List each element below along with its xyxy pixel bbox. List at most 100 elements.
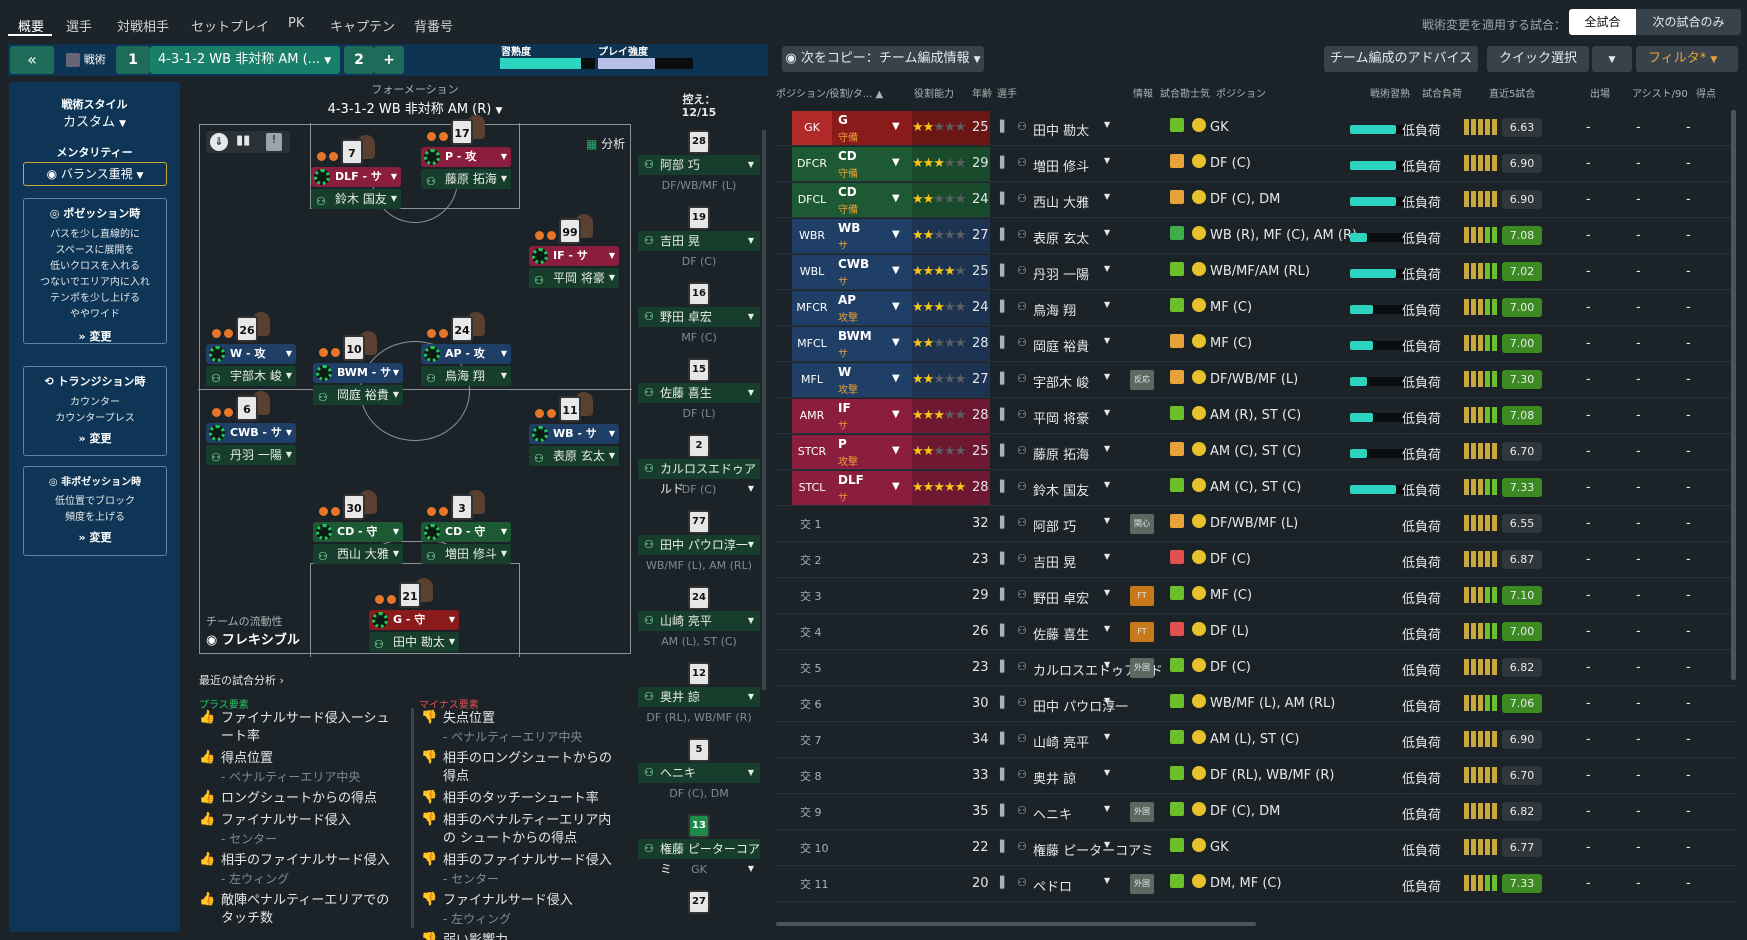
player-name-button[interactable]: ⚇ 藤原 拓海 ▼ bbox=[421, 169, 511, 189]
quick-pick-dropdown[interactable]: ▼ bbox=[1592, 46, 1632, 72]
chevron-down-icon[interactable]: ▼ bbox=[1104, 192, 1110, 201]
chevron-down-icon[interactable]: ▼ bbox=[1104, 624, 1110, 633]
table-scrollbar[interactable] bbox=[1731, 110, 1736, 680]
role-cell[interactable]: DFCL CD 守備 ▼ ★★★★★ bbox=[792, 183, 990, 217]
header-info[interactable]: 情報 bbox=[1133, 85, 1153, 100]
table-row[interactable]: 交 11 20 ▌ ⚇ ペドロ ▼ 外国 DM, MF (C) 低負荷 7.33 - … bbox=[774, 866, 1734, 902]
analysis-title[interactable]: 最近の試合分析 › bbox=[199, 672, 284, 688]
player-name-button[interactable]: ⚇ 岡庭 裕貴 ▼ bbox=[313, 385, 403, 405]
player-name[interactable]: 権藤 ピーターコアミ bbox=[1033, 840, 1154, 859]
sub-card[interactable]: 15 ⚇ 佐藤 喜生 ▼ DF (L) bbox=[638, 358, 760, 430]
role-button[interactable]: CD - 守 ▼ bbox=[421, 522, 511, 542]
role-cell[interactable]: MFCR AP 攻撃 ▼ ★★★★★ bbox=[792, 291, 990, 325]
tactic-slot-1[interactable]: 1 bbox=[116, 46, 150, 74]
tactic-slot-2[interactable]: 2 bbox=[344, 46, 374, 74]
sub-name-button[interactable]: ⚇ 田中 パウロ淳一 ▼ bbox=[638, 535, 760, 555]
chevron-down-icon[interactable]: ▼ bbox=[1104, 876, 1110, 885]
role-button[interactable]: DLF - サ ▼ bbox=[311, 167, 401, 187]
report-view-icon[interactable]: ! bbox=[266, 133, 282, 151]
role-cell[interactable]: MFL W 攻撃 ▼ ★★★★★ bbox=[792, 363, 990, 397]
squad-advice-button[interactable]: チーム編成のアドバイス bbox=[1324, 46, 1478, 72]
role-button[interactable]: AP - 攻 ▼ bbox=[421, 344, 511, 364]
table-row[interactable]: MFL W 攻撃 ▼ ★★★★★ 27 ▌ ⚇ 宇部木 峻 ▼ 反応 DF/WB/… bbox=[774, 362, 1734, 398]
mentality-dropdown[interactable]: ◉ バランス重視 ▼ bbox=[23, 162, 167, 186]
table-row[interactable]: WBL CWB サ ▼ ★★★★★ 25 ▌ ⚇ 丹羽 一陽 ▼ WB/MF/A… bbox=[774, 254, 1734, 290]
table-row[interactable]: 交 7 34 ▌ ⚇ 山崎 亮平 ▼ AM (L), ST (C) 低負荷 6.90… bbox=[774, 722, 1734, 758]
sub-card[interactable]: 77 ⚇ 田中 パウロ淳一 ▼ WB/MF (L), AM (RL) bbox=[638, 510, 760, 582]
sub-name-button[interactable]: ⚇ 山崎 亮平 ▼ bbox=[638, 611, 760, 631]
player-name-button[interactable]: ⚇ 平岡 将豪 ▼ bbox=[529, 268, 619, 288]
player-name[interactable]: 佐藤 喜生 bbox=[1033, 624, 1089, 643]
quick-pick-button[interactable]: クイック選択 bbox=[1487, 46, 1589, 72]
header-goals[interactable]: 得点 bbox=[1696, 85, 1716, 100]
role-button[interactable]: P - 攻 ▼ bbox=[421, 147, 511, 167]
player-name[interactable]: 岡庭 裕貴 bbox=[1033, 336, 1089, 355]
add-tactic-button[interactable]: + bbox=[374, 46, 404, 74]
sub-card[interactable]: 5 ⚇ ヘニキ ▼ DF (C), DM bbox=[638, 738, 760, 810]
role-button[interactable]: WB - サ ▼ bbox=[529, 424, 619, 444]
tab-set-pieces[interactable]: セットプレイ bbox=[191, 16, 269, 35]
chevron-down-icon[interactable]: ▼ bbox=[1104, 804, 1110, 813]
role-cell[interactable]: MFCL BWM サ ▼ ★★★★★ bbox=[792, 327, 990, 361]
player-name[interactable]: 吉田 晃 bbox=[1033, 552, 1076, 571]
table-row[interactable]: DFCL CD 守備 ▼ ★★★★★ 24 ▌ ⚇ 西山 大雅 ▼ DF (C)… bbox=[774, 182, 1734, 218]
sub-name-button[interactable]: ⚇ 佐藤 喜生 ▼ bbox=[638, 383, 760, 403]
tab-opponent[interactable]: 対戦相手 bbox=[117, 16, 169, 35]
header-apps[interactable]: 出場 bbox=[1590, 85, 1610, 100]
stats-view-icon[interactable]: ▮▮ bbox=[236, 133, 250, 148]
tab-players[interactable]: 選手 bbox=[66, 16, 92, 35]
role-cell[interactable]: DFCR CD 守備 ▼ ★★★★★ bbox=[792, 147, 990, 181]
header-tactic-familiarity[interactable]: 戦術習熟 bbox=[1370, 85, 1410, 100]
role-button[interactable]: W - 攻 ▼ bbox=[206, 344, 296, 364]
formation-select[interactable]: 4-3-1-2 WB 非対称 AM (R) ▼ bbox=[199, 98, 631, 117]
table-row[interactable]: 交 8 33 ▌ ⚇ 奥井 諒 ▼ DF (RL), WB/MF (R) 低負荷 6… bbox=[774, 758, 1734, 794]
chevron-down-icon[interactable]: ▼ bbox=[1104, 444, 1110, 453]
table-row[interactable]: WBR WB サ ▼ ★★★★★ 27 ▌ ⚇ 表原 玄太 ▼ WB (R), … bbox=[774, 218, 1734, 254]
table-hscrollbar[interactable] bbox=[776, 922, 1256, 926]
table-row[interactable]: 交 6 30 ▌ ⚇ 田中 パウロ淳一 ▼ WB/MF (L), AM (RL) 低… bbox=[774, 686, 1734, 722]
chevron-down-icon[interactable]: ▼ bbox=[1104, 732, 1110, 741]
sub-name-button[interactable]: ⚇ 奥井 諒 ▼ bbox=[638, 687, 760, 707]
change-transition-button[interactable]: » 変更 bbox=[24, 430, 166, 446]
sub-name-button[interactable]: ⚇ 野田 卓宏 ▼ bbox=[638, 307, 760, 327]
role-button[interactable]: G - 守 ▼ bbox=[369, 610, 459, 630]
player-name-button[interactable]: ⚇ 鈴木 国友 ▼ bbox=[311, 189, 401, 209]
style-dropdown[interactable]: カスタム ▼ bbox=[9, 111, 180, 130]
formation-dropdown[interactable]: 4-3-1-2 WB 非対称 AM (... ▼ bbox=[150, 46, 340, 74]
sub-name-button[interactable]: ⚇ 吉田 晃 ▼ bbox=[638, 231, 760, 251]
table-row[interactable]: 交 2 23 ▌ ⚇ 吉田 晃 ▼ DF (C) 低負荷 6.87 - - - bbox=[774, 542, 1734, 578]
player-name[interactable]: 奥井 諒 bbox=[1033, 768, 1076, 787]
player-name-button[interactable]: ⚇ 増田 修斗 ▼ bbox=[421, 544, 511, 564]
chevron-down-icon[interactable]: ▼ bbox=[1104, 696, 1110, 705]
sub-card[interactable]: 12 ⚇ 奥井 諒 ▼ DF (RL), WB/MF (R) bbox=[638, 662, 760, 734]
change-defense-button[interactable]: » 変更 bbox=[24, 529, 166, 545]
header-player[interactable]: 選手 bbox=[997, 85, 1017, 100]
chevron-down-icon[interactable]: ▼ bbox=[1104, 768, 1110, 777]
chevron-down-icon[interactable]: ▼ bbox=[1104, 660, 1110, 669]
role-button[interactable]: CWB - サ ▼ bbox=[206, 423, 296, 443]
player-name-button[interactable]: ⚇ 表原 玄太 ▼ bbox=[529, 446, 619, 466]
tab-penalties[interactable]: PK bbox=[288, 16, 304, 31]
table-row[interactable]: 交 4 26 ▌ ⚇ 佐藤 喜生 ▼ FT DF (L) 低負荷 7.00 - - - bbox=[774, 614, 1734, 650]
role-button[interactable]: IF - サ ▼ bbox=[529, 246, 619, 266]
chevron-down-icon[interactable]: ▼ bbox=[1104, 300, 1110, 309]
role-cell[interactable]: WBR WB サ ▼ ★★★★★ bbox=[792, 219, 990, 253]
chevron-down-icon[interactable]: ▼ bbox=[1104, 480, 1110, 489]
copy-button[interactable]: ◉ 次をコピー：チーム編成情報 ▼ bbox=[782, 46, 984, 72]
player-name-button[interactable]: ⚇ 田中 勘太 ▼ bbox=[369, 632, 459, 652]
chevron-down-icon[interactable]: ▼ bbox=[1104, 120, 1110, 129]
player-name[interactable]: 山崎 亮平 bbox=[1033, 732, 1089, 751]
sub-card[interactable]: 13 ⚇ 権藤 ピーターコアミ ▼ GK bbox=[638, 814, 760, 886]
player-name-button[interactable]: ⚇ 丹羽 一陽 ▼ bbox=[206, 445, 296, 465]
table-row[interactable]: GK G 守備 ▼ ★★★★★ 25 ▌ ⚇ 田中 勘太 ▼ GK 低負荷 6.6… bbox=[774, 110, 1734, 146]
player-name-button[interactable]: ⚇ 西山 大雅 ▼ bbox=[313, 544, 403, 564]
role-cell[interactable]: GK G 守備 ▼ ★★★★★ bbox=[792, 111, 990, 145]
fluidity-value[interactable]: ◉ フレキシブル bbox=[206, 629, 300, 648]
tab-overview[interactable]: 概要 bbox=[18, 16, 44, 35]
header-match-load[interactable]: 試合負荷 bbox=[1422, 85, 1462, 100]
role-cell[interactable]: WBL CWB サ ▼ ★★★★★ bbox=[792, 255, 990, 289]
player-name[interactable]: 表原 玄太 bbox=[1033, 228, 1089, 247]
sub-name-button[interactable]: ⚇ ヘニキ ▼ bbox=[638, 763, 760, 783]
apply-next-button[interactable]: 次の試合のみ bbox=[1636, 9, 1741, 35]
chevron-down-icon[interactable]: ▼ bbox=[1104, 840, 1110, 849]
